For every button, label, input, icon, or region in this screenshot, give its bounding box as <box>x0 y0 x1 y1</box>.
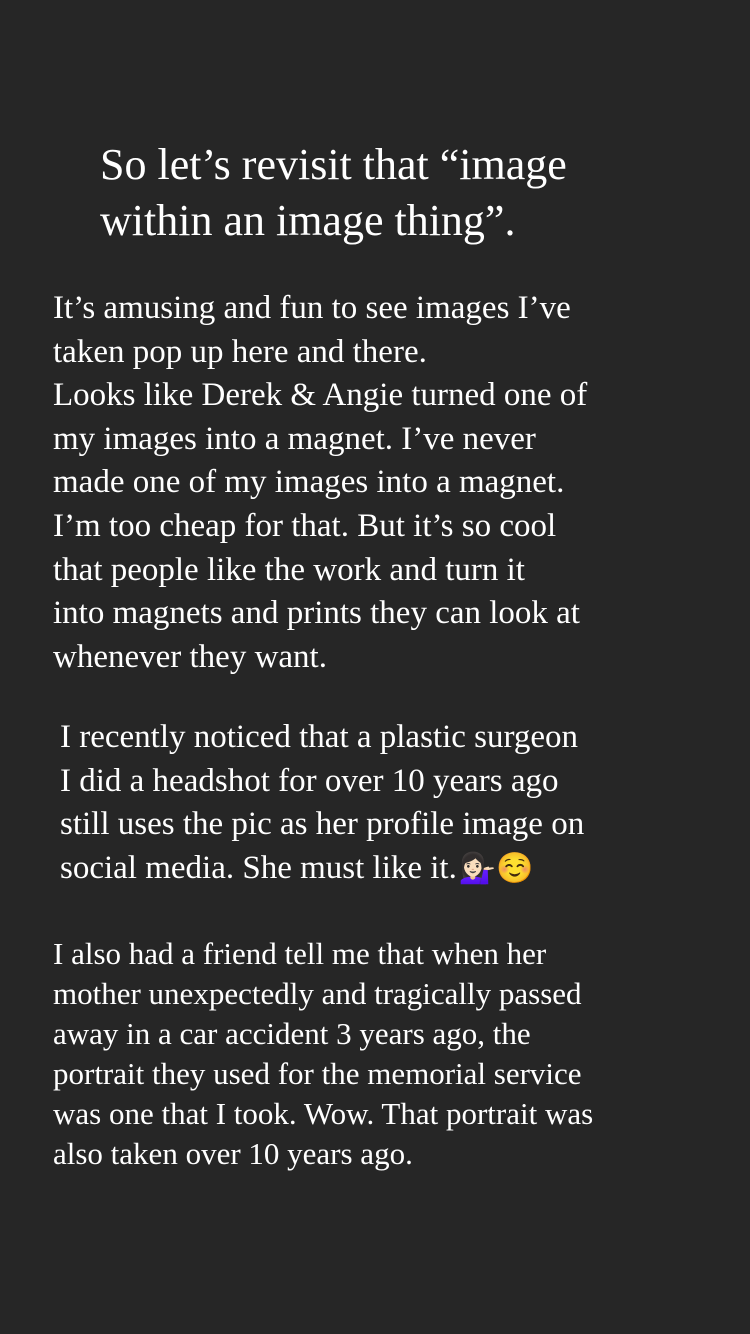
emoji-sticker-icons: 💁🏻‍♀️☺️ <box>458 851 534 885</box>
story-paragraph-magnets: It’s amusing and fun to see images I’ve … <box>53 290 588 675</box>
story-paragraph-headshot: I recently noticed that a plastic surgeo… <box>60 716 740 890</box>
story-paragraph-memorial: I also had a friend tell me that when he… <box>53 936 594 1171</box>
story-canvas[interactable]: So let’s revisit that “image within an i… <box>0 0 750 1334</box>
story-title: So let’s revisit that “image within an i… <box>100 140 567 245</box>
